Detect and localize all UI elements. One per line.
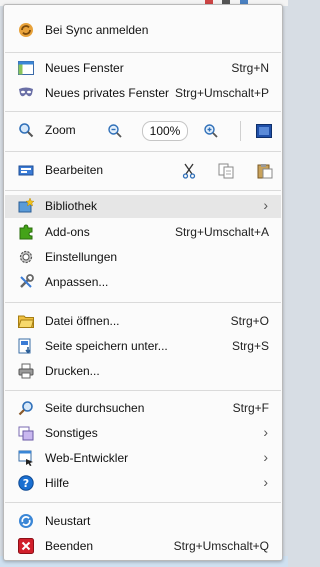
open-file-shortcut: Strg+O xyxy=(230,314,269,328)
help-submenu-arrow-icon: › xyxy=(263,474,268,490)
zoom-out-button[interactable] xyxy=(106,122,124,140)
new-private-window-label: Neues privates Fenster xyxy=(45,86,170,100)
separator xyxy=(5,390,281,391)
gear-icon xyxy=(18,249,34,265)
magnifier-icon xyxy=(18,122,34,138)
find-in-page-item[interactable]: Seite durchsuchen Strg+F xyxy=(5,397,281,420)
fullscreen-button[interactable] xyxy=(255,122,273,140)
web-developer-submenu-arrow-icon: › xyxy=(263,449,268,465)
divider xyxy=(240,121,241,141)
sync-icon xyxy=(18,22,34,38)
more-item[interactable]: Sonstiges › xyxy=(5,422,281,445)
edit-icon xyxy=(18,162,34,178)
puzzle-icon xyxy=(18,224,34,240)
more-tools-icon xyxy=(18,425,34,441)
find-in-page-label: Seite durchsuchen xyxy=(45,401,145,415)
library-label: Bibliothek xyxy=(45,199,98,213)
help-icon: ? xyxy=(18,475,34,491)
restart-item[interactable]: Neustart xyxy=(5,510,281,533)
quit-item[interactable]: Beenden Strg+Umschalt+Q xyxy=(5,535,281,558)
cut-button[interactable] xyxy=(180,162,198,180)
separator xyxy=(5,302,281,303)
new-window-item[interactable]: Neues Fenster Strg+N xyxy=(5,57,281,80)
new-private-window-item[interactable]: Neues privates Fenster Strg+Umschalt+P xyxy=(5,82,281,105)
sync-signin-label: Bei Sync anmelden xyxy=(45,23,149,37)
save-page-icon xyxy=(18,338,34,354)
wrench-icon xyxy=(18,274,34,290)
save-page-label: Seite speichern unter... xyxy=(45,339,168,353)
separator xyxy=(5,151,281,152)
help-item[interactable]: ? Hilfe › xyxy=(5,472,281,495)
help-label: Hilfe xyxy=(45,476,70,490)
quit-label: Beenden xyxy=(45,539,94,553)
addons-shortcut: Strg+Umschalt+A xyxy=(174,225,269,239)
settings-item[interactable]: Einstellungen xyxy=(5,246,281,269)
print-item[interactable]: Drucken... xyxy=(5,360,281,383)
edit-label: Bearbeiten xyxy=(45,163,104,177)
folder-icon xyxy=(18,313,34,329)
more-label: Sonstiges xyxy=(45,426,98,440)
find-in-page-shortcut: Strg+F xyxy=(232,401,269,415)
new-private-window-shortcut: Strg+Umschalt+P xyxy=(174,86,269,100)
copy-button[interactable] xyxy=(217,162,235,180)
zoom-label: Zoom xyxy=(45,123,76,137)
edit-row: Bearbeiten xyxy=(5,159,281,182)
library-item[interactable]: Bibliothek › xyxy=(5,195,281,218)
customize-item[interactable]: Anpassen... xyxy=(5,271,281,294)
paste-button[interactable] xyxy=(256,162,274,180)
zoom-row: Zoom 100% xyxy=(5,119,281,142)
web-developer-icon xyxy=(18,450,34,466)
new-window-icon xyxy=(18,60,34,76)
separator xyxy=(5,111,281,112)
sync-signin-item[interactable]: Bei Sync anmelden xyxy=(5,19,281,42)
new-window-label: Neues Fenster xyxy=(45,61,124,75)
quit-shortcut: Strg+Umschalt+Q xyxy=(173,539,269,553)
separator xyxy=(5,52,281,53)
customize-label: Anpassen... xyxy=(45,275,109,289)
library-star-icon xyxy=(18,198,34,214)
library-submenu-arrow-icon: › xyxy=(263,197,268,213)
web-developer-label: Web-Entwickler xyxy=(45,451,129,465)
search-icon xyxy=(18,400,34,416)
zoom-reset-button[interactable]: 100% xyxy=(142,121,188,141)
open-file-label: Datei öffnen... xyxy=(45,314,120,328)
web-developer-item[interactable]: Web-Entwickler › xyxy=(5,447,281,470)
separator xyxy=(5,502,281,503)
open-file-item[interactable]: Datei öffnen... Strg+O xyxy=(5,310,281,333)
save-page-item[interactable]: Seite speichern unter... Strg+S xyxy=(5,335,281,358)
separator xyxy=(5,190,281,191)
restart-icon xyxy=(18,513,34,529)
new-window-shortcut: Strg+N xyxy=(231,61,269,75)
private-mask-icon xyxy=(18,85,34,101)
print-label: Drucken... xyxy=(45,364,100,378)
svg-text:?: ? xyxy=(23,477,29,490)
app-menu-panel: Bei Sync anmelden Neues Fenster Strg+N N… xyxy=(3,4,283,561)
save-page-shortcut: Strg+S xyxy=(231,339,269,353)
zoom-in-button[interactable] xyxy=(202,122,220,140)
more-submenu-arrow-icon: › xyxy=(263,424,268,440)
quit-close-icon xyxy=(18,538,34,554)
printer-icon xyxy=(18,363,34,379)
addons-label: Add-ons xyxy=(45,225,90,239)
settings-label: Einstellungen xyxy=(45,250,118,264)
restart-label: Neustart xyxy=(45,514,91,528)
addons-item[interactable]: Add-ons Strg+Umschalt+A xyxy=(5,221,281,244)
